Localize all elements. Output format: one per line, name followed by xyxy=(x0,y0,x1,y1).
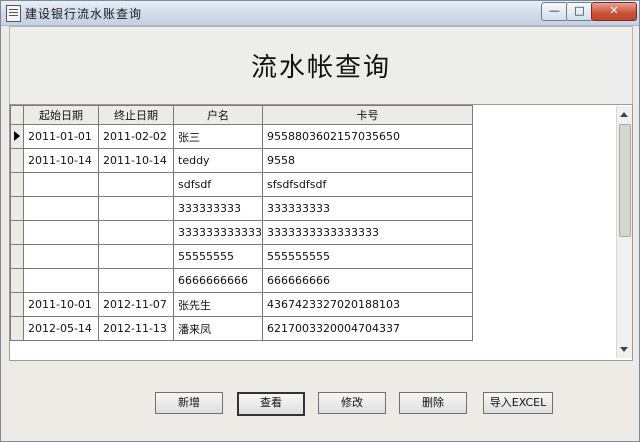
cell-account-name[interactable]: 潘来凤 xyxy=(173,316,263,341)
row-indicator[interactable] xyxy=(10,124,24,149)
add-button[interactable]: 新增 xyxy=(155,392,223,414)
cell-account-name[interactable]: 6666666666 xyxy=(173,268,263,293)
row-indicator[interactable] xyxy=(10,148,24,173)
table-row[interactable]: 333333333 333333333 xyxy=(10,196,473,221)
main-window: 建设银行流水账查询 — □ ✕ 流水帐查询 起始日期 终止日期 户名 卡号 20… xyxy=(0,0,640,442)
table-row[interactable]: 6666666666 666666666 xyxy=(10,268,473,293)
cell-card-number[interactable]: 4367423327020188103 xyxy=(261,292,473,317)
edit-button[interactable]: 修改 xyxy=(318,392,386,414)
cell-card-number[interactable]: 666666666 xyxy=(261,268,473,293)
cell-account-name[interactable]: 333333333333 xyxy=(173,220,263,245)
import-excel-button[interactable]: 导入EXCEL xyxy=(483,392,553,414)
cell-card-number[interactable]: sfsdfsdfsdf xyxy=(261,172,473,197)
cell-card-number[interactable]: 333333333 xyxy=(261,196,473,221)
cell-start-date[interactable]: 2011-01-01 xyxy=(23,124,99,149)
table-row[interactable]: 2012-05-14 2012-11-13 潘来凤 62170033200047043… xyxy=(10,316,473,341)
column-header-account-name[interactable]: 户名 xyxy=(173,105,263,125)
row-indicator[interactable] xyxy=(10,268,24,293)
row-indicator[interactable] xyxy=(10,244,24,269)
row-indicator[interactable] xyxy=(10,196,24,221)
scroll-up-arrow-icon[interactable] xyxy=(620,112,628,117)
title-bar[interactable]: 建设银行流水账查询 — □ ✕ xyxy=(1,1,639,26)
table-row[interactable]: 2011-10-14 2011-10-14 teddy 9558 xyxy=(10,148,473,173)
close-button[interactable]: ✕ xyxy=(591,2,637,21)
cell-start-date[interactable] xyxy=(23,196,99,221)
cell-start-date[interactable]: 2012-05-14 xyxy=(23,316,99,341)
action-panel: 新增 查看 修改 删除 导入EXCEL xyxy=(9,361,631,439)
scroll-down-arrow-icon[interactable] xyxy=(620,347,628,352)
row-indicator[interactable] xyxy=(10,316,24,341)
page-title: 流水帐查询 xyxy=(250,53,391,83)
table-row[interactable]: sdfsdf sfsdfsdfsdf xyxy=(10,172,473,197)
records-table: 起始日期 终止日期 户名 卡号 2011-01-01 2011-02-02 张三 95… xyxy=(10,105,473,341)
app-icon xyxy=(6,5,21,22)
cell-account-name[interactable]: sdfsdf xyxy=(173,172,263,197)
cell-end-date[interactable] xyxy=(98,172,174,197)
header-row: 起始日期 终止日期 户名 卡号 xyxy=(10,105,473,125)
cell-account-name[interactable]: teddy xyxy=(173,148,263,173)
cell-card-number[interactable]: 9558803602157035650 xyxy=(261,124,473,149)
cell-account-name[interactable]: 55555555 xyxy=(173,244,263,269)
cell-card-number[interactable]: 3333333333333333 xyxy=(261,220,473,245)
cell-end-date[interactable] xyxy=(98,196,174,221)
current-row-arrow-icon xyxy=(14,131,20,141)
cell-account-name[interactable]: 张先生 xyxy=(173,292,263,317)
cell-card-number[interactable]: 555555555 xyxy=(261,244,473,269)
cell-end-date[interactable]: 2011-02-02 xyxy=(98,124,174,149)
cell-account-name[interactable]: 张三 xyxy=(173,124,263,149)
cell-card-number[interactable]: 9558 xyxy=(261,148,473,173)
cell-start-date[interactable] xyxy=(23,244,99,269)
row-indicator[interactable] xyxy=(10,172,24,197)
table-row[interactable]: 2011-10-01 2012-11-07 张先生 43674233270201881… xyxy=(10,292,473,317)
table-row[interactable]: 333333333333 3333333333333333 xyxy=(10,220,473,245)
scrollbar-thumb[interactable] xyxy=(619,124,631,237)
view-button[interactable]: 查看 xyxy=(237,392,305,416)
cell-start-date[interactable] xyxy=(23,220,99,245)
cell-end-date[interactable] xyxy=(98,220,174,245)
cell-start-date[interactable] xyxy=(23,268,99,293)
cell-start-date[interactable]: 2011-10-01 xyxy=(23,292,99,317)
row-indicator[interactable] xyxy=(10,220,24,245)
cell-end-date[interactable] xyxy=(98,268,174,293)
cell-account-name[interactable]: 333333333 xyxy=(173,196,263,221)
window-title: 建设银行流水账查询 xyxy=(25,7,143,21)
delete-button[interactable]: 删除 xyxy=(399,392,467,414)
cell-start-date[interactable] xyxy=(23,172,99,197)
row-indicator-header xyxy=(10,105,24,125)
column-header-end-date[interactable]: 终止日期 xyxy=(98,105,174,125)
row-indicator[interactable] xyxy=(10,292,24,317)
cell-end-date[interactable]: 2011-10-14 xyxy=(98,148,174,173)
cell-end-date[interactable] xyxy=(98,244,174,269)
vertical-scrollbar[interactable] xyxy=(616,106,632,358)
cell-card-number[interactable]: 6217003320004704337 xyxy=(261,316,473,341)
records-grid[interactable]: 起始日期 终止日期 户名 卡号 2011-01-01 2011-02-02 张三 95… xyxy=(9,104,633,361)
maximize-button[interactable]: □ xyxy=(566,2,593,21)
cell-end-date[interactable]: 2012-11-07 xyxy=(98,292,174,317)
column-header-start-date[interactable]: 起始日期 xyxy=(23,105,99,125)
column-header-card-number[interactable]: 卡号 xyxy=(261,105,473,125)
table-row[interactable]: 55555555 555555555 xyxy=(10,244,473,269)
cell-start-date[interactable]: 2011-10-14 xyxy=(23,148,99,173)
minimize-button[interactable]: — xyxy=(541,2,568,21)
table-row[interactable]: 2011-01-01 2011-02-02 张三 955880360215703565… xyxy=(10,124,473,149)
header-panel: 流水帐查询 xyxy=(9,26,633,106)
cell-end-date[interactable]: 2012-11-13 xyxy=(98,316,174,341)
